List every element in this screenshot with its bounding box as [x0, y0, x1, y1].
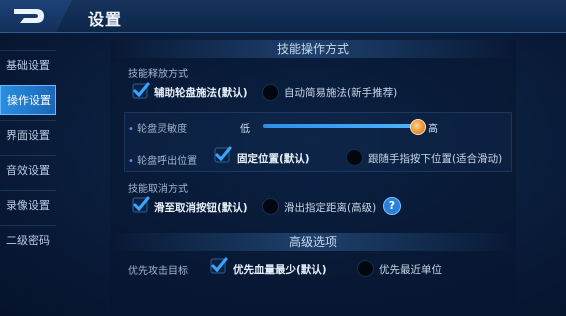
sensitivity-label-row: • 轮盘灵敏度 — [128, 124, 188, 135]
sensitivity-label: 轮盘灵敏度 — [137, 124, 188, 135]
radio-unchecked-icon[interactable] — [262, 198, 279, 215]
checkbox-checked-icon[interactable] — [132, 82, 150, 100]
sensitivity-slider-knob[interactable] — [410, 119, 426, 135]
radio-unchecked-icon[interactable] — [262, 84, 279, 101]
wheel-position-label: 轮盘呼出位置 — [137, 156, 198, 167]
target-option-nearest[interactable]: 优先最近单位 — [379, 262, 442, 277]
wheel-option-fixed[interactable]: 固定位置(默认) — [237, 151, 310, 166]
help-icon[interactable]: ? — [383, 197, 401, 215]
back-button[interactable] — [0, 0, 72, 32]
sensitivity-high-label: 高 — [428, 124, 438, 135]
sensitivity-low-label: 低 — [240, 124, 250, 135]
target-option-lowest-hp[interactable]: 优先血量最少(默认) — [233, 262, 327, 277]
target-priority-label: 优先攻击目标 — [128, 266, 188, 277]
sensitivity-slider-track[interactable] — [263, 124, 417, 128]
section-title-skill: 技能操作方式 — [110, 40, 516, 58]
wheel-position-label-row: • 轮盘呼出位置 — [128, 156, 198, 167]
sidebar-item-audio[interactable]: 音效设置 — [0, 155, 56, 185]
release-option-auto[interactable]: 自动简易施法(新手推荐) — [284, 85, 397, 100]
cancel-method-label: 技能取消方式 — [128, 184, 188, 195]
sidebar-item-recording[interactable]: 录像设置 — [0, 190, 56, 220]
header-bar: 设置 — [0, 0, 566, 33]
release-method-label: 技能释放方式 — [128, 69, 188, 80]
sidebar-item-basic[interactable]: 基础设置 — [0, 50, 56, 80]
wheel-option-follow[interactable]: 跟随手指按下位置(适合滑动) — [368, 151, 502, 166]
release-option-assist[interactable]: 辅助轮盘施法(默认) — [154, 85, 248, 100]
radio-unchecked-icon[interactable] — [346, 149, 363, 166]
checkbox-checked-icon[interactable] — [214, 146, 232, 164]
page-title: 设置 — [88, 10, 123, 29]
sidebar-item-controls[interactable]: 操作设置 — [0, 85, 56, 115]
cancel-option-distance[interactable]: 滑出指定距离(高级) — [284, 200, 376, 215]
radio-unchecked-icon[interactable] — [357, 260, 374, 277]
sidebar-item-password[interactable]: 二级密码 — [0, 225, 56, 255]
sidebar-item-interface[interactable]: 界面设置 — [0, 120, 56, 150]
checkbox-checked-icon[interactable] — [132, 196, 150, 214]
back-logo-icon — [14, 9, 44, 23]
cancel-option-button[interactable]: 滑至取消按钮(默认) — [154, 200, 248, 215]
section-title-advanced: 高级选项 — [110, 233, 516, 251]
checkbox-checked-icon[interactable] — [210, 257, 228, 275]
sidebar: 基础设置 操作设置 界面设置 音效设置 录像设置 二级密码 — [0, 48, 56, 316]
